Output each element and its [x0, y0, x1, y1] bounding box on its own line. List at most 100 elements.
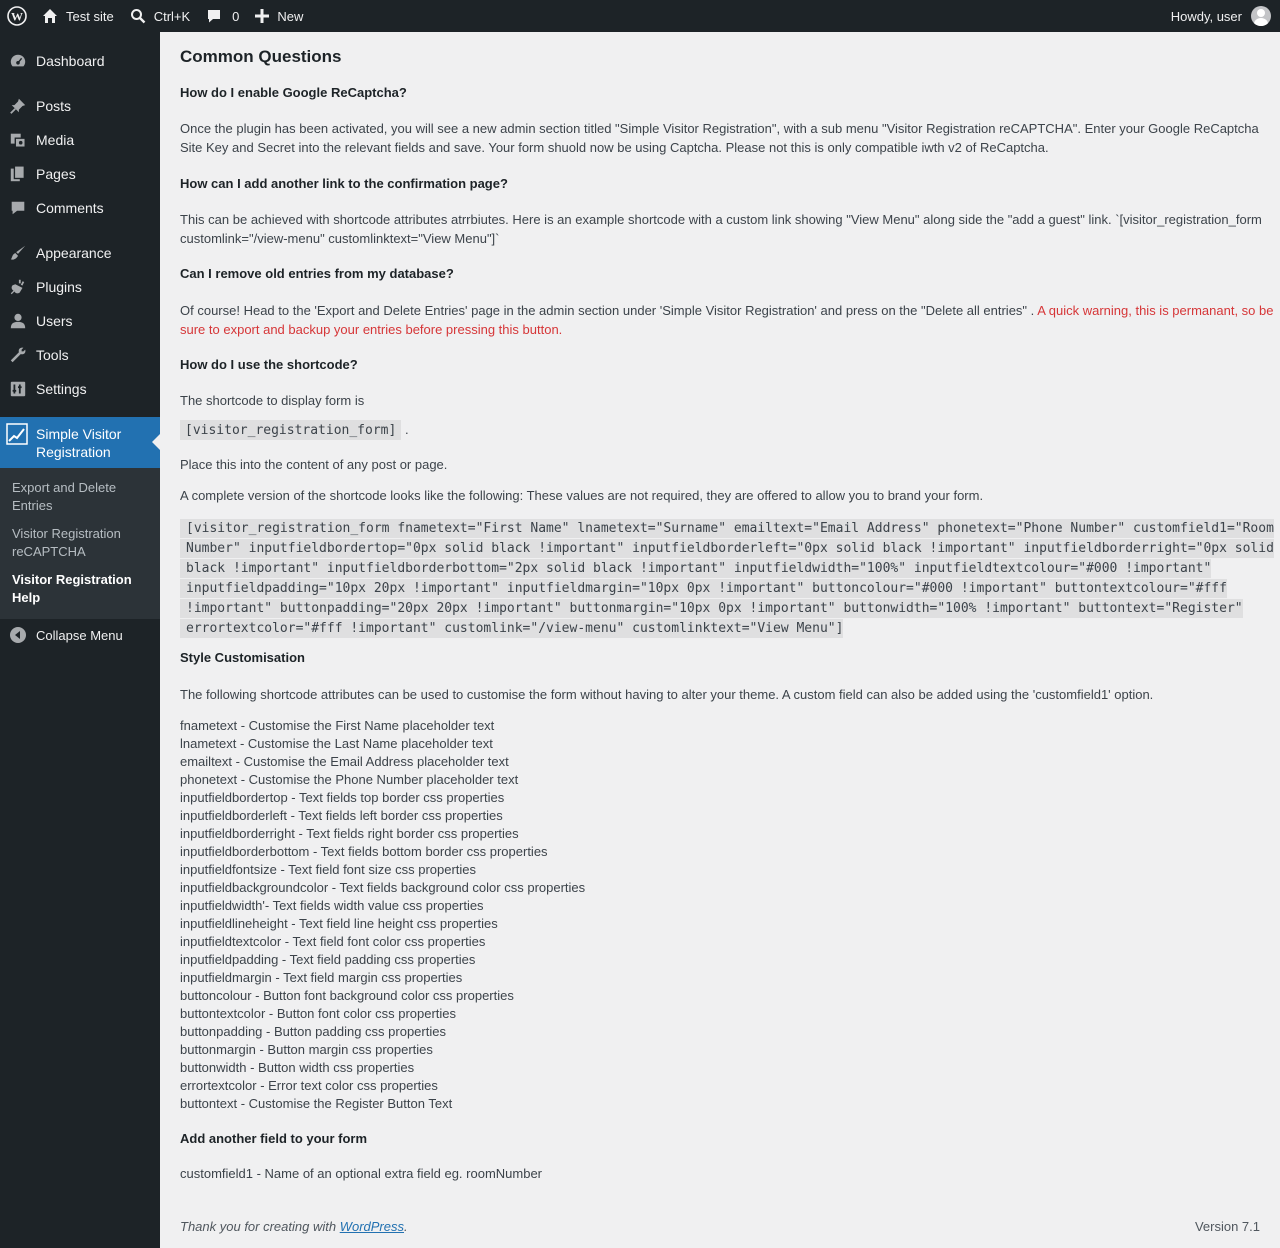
wordpress-logo-icon[interactable]: W	[0, 0, 34, 32]
list-item: inputfieldfontsize - Text field font siz…	[180, 862, 477, 877]
sidebar-item-label: Simple Visitor Registration	[36, 426, 122, 460]
search-button[interactable]: Ctrl+K	[122, 0, 198, 32]
comments-count: 0	[232, 8, 240, 24]
sidebar-item-label: Tools	[36, 347, 69, 363]
answer-recaptcha: Once the plugin has been activated, you …	[180, 121, 1259, 155]
sidebar-item-tools[interactable]: Tools	[0, 338, 160, 372]
sidebar-item-plugins[interactable]: Plugins	[0, 270, 160, 304]
footer-thanks-prefix: Thank you for creating with	[180, 1219, 340, 1234]
list-item: inputfieldborderleft - Text fields left …	[180, 808, 503, 823]
version-label: Version 7.1	[1194, 1219, 1260, 1234]
sidebar-item-media[interactable]: Media	[0, 123, 160, 157]
plugin-icon	[0, 278, 36, 296]
question-confirmation-link: How can I add another link to the confir…	[180, 176, 508, 191]
search-icon	[130, 8, 146, 24]
shortcode-code: [visitor_registration_form]	[180, 420, 402, 440]
submenu-item-recaptcha[interactable]: Visitor Registration reCAPTCHA	[12, 525, 152, 561]
list-item: inputfieldborderright - Text fields righ…	[180, 826, 519, 841]
sidebar-item-label: Users	[36, 313, 73, 329]
list-item: inputfieldborderbottom - Text fields bot…	[180, 844, 548, 859]
sidebar-item-label: Plugins	[36, 279, 82, 295]
footer-thanks: Thank you for creating with WordPress.	[180, 1219, 408, 1234]
list-item: phonetext - Customise the Phone Number p…	[180, 772, 519, 787]
sidebar-item-label: Dashboard	[36, 53, 105, 69]
list-item: inputfieldtextcolor - Text field font co…	[180, 934, 486, 949]
settings-icon	[0, 380, 36, 398]
full-shortcode-code: [visitor_registration_form fnametext="Fi…	[180, 519, 1274, 638]
avatar	[1251, 6, 1271, 26]
attribute-list: fnametext - Customise the First Name pla…	[180, 717, 585, 1113]
list-item: lnametext - Customise the Last Name plac…	[180, 736, 493, 751]
list-item: buttontextcolor - Button font color css …	[180, 1006, 457, 1021]
plus-icon	[255, 9, 270, 23]
list-item: buttoncolour - Button font background co…	[180, 988, 514, 1003]
collapse-menu-button[interactable]: Collapse Menu	[0, 618, 160, 652]
brush-icon	[0, 244, 36, 262]
shortcode-suffix: .	[404, 422, 409, 437]
footer-thanks-suffix: .	[404, 1219, 408, 1234]
heading-add-field: Add another field to your form	[180, 1131, 368, 1146]
sidebar-item-comments[interactable]: Comments	[0, 191, 160, 225]
list-item: inputfieldlineheight - Text field line h…	[180, 916, 498, 931]
answer-confirmation-link: This can be achieved with shortcode attr…	[180, 212, 1262, 246]
sidebar-item-label: Media	[36, 132, 75, 148]
list-item: inputfieldwidth'- Text fields width valu…	[180, 898, 484, 913]
list-item: inputfieldbordertop - Text fields top bo…	[180, 790, 505, 805]
shortcode-placement-text: Place this into the content of any post …	[180, 457, 448, 472]
user-icon	[0, 312, 36, 330]
new-content-button[interactable]: New	[247, 0, 311, 32]
sidebar-item-users[interactable]: Users	[0, 304, 160, 338]
svg-text:W: W	[11, 10, 23, 24]
pin-icon	[0, 97, 36, 115]
site-name-label: Test site	[66, 8, 114, 24]
sidebar-item-dashboard[interactable]: Dashboard	[0, 44, 160, 78]
wordpress-link[interactable]: WordPress	[340, 1219, 404, 1234]
admin-sidebar: Dashboard Posts Media Pages Comments App…	[0, 32, 160, 1248]
user-account-menu[interactable]: Howdy, user	[1163, 0, 1280, 32]
question-shortcode: How do I use the shortcode?	[180, 357, 358, 372]
submenu-item-help[interactable]: Visitor Registration Help	[12, 571, 152, 607]
admin-bar: W Test site Ctrl+K 0 New Howdy, user	[0, 0, 1280, 32]
list-item: buttonpadding - Button padding css prope…	[180, 1024, 446, 1039]
wrench-icon	[0, 346, 36, 364]
list-item: fnametext - Customise the First Name pla…	[180, 718, 495, 733]
media-icon	[0, 131, 36, 149]
sidebar-item-label: Pages	[36, 166, 76, 182]
sidebar-item-posts[interactable]: Posts	[0, 89, 160, 123]
howdy-label: Howdy, user	[1170, 8, 1242, 24]
home-icon	[42, 8, 58, 24]
search-shortcut-label: Ctrl+K	[153, 8, 191, 24]
sidebar-item-appearance[interactable]: Appearance	[0, 236, 160, 270]
sidebar-item-label: Settings	[36, 381, 87, 397]
shortcode-full-intro: A complete version of the shortcode look…	[180, 488, 984, 503]
chart-icon	[6, 423, 28, 448]
sidebar-item-pages[interactable]: Pages	[0, 157, 160, 191]
list-item: inputfieldpadding - Text field padding c…	[180, 952, 476, 967]
sidebar-item-label: Posts	[36, 98, 72, 114]
question-remove-entries: Can I remove old entries from my databas…	[180, 266, 454, 281]
sidebar-item-label: Comments	[36, 200, 104, 216]
sidebar-item-label: Appearance	[36, 245, 112, 261]
answer-remove-entries: Of course! Head to the 'Export and Delet…	[180, 301, 1278, 339]
dashboard-icon	[0, 52, 36, 70]
sidebar-item-settings[interactable]: Settings	[0, 372, 160, 406]
submenu: Export and Delete Entries Visitor Regist…	[0, 468, 160, 619]
sidebar-item-simple-visitor-registration[interactable]: Simple Visitor Registration	[0, 417, 160, 468]
current-menu-arrow	[152, 434, 160, 450]
shortcode-inline: [visitor_registration_form] .	[180, 420, 409, 440]
list-item: errortextcolor - Error text color css pr…	[180, 1078, 438, 1093]
collapse-icon	[0, 627, 36, 643]
list-item: emailtext - Customise the Email Address …	[180, 754, 509, 769]
site-name-link[interactable]: Test site	[34, 0, 122, 32]
answer-shortcode: The shortcode to display form is	[180, 393, 365, 408]
question-recaptcha: How do I enable Google ReCaptcha?	[180, 85, 407, 100]
page-title: Common Questions	[180, 47, 342, 66]
full-shortcode-block: [visitor_registration_form fnametext="Fi…	[180, 518, 1280, 638]
comments-link[interactable]: 0	[198, 0, 247, 32]
list-item: inputfieldmargin - Text field margin css…	[180, 970, 463, 985]
list-item: buttonmargin - Button margin css propert…	[180, 1042, 433, 1057]
list-item: buttontext - Customise the Register Butt…	[180, 1096, 453, 1111]
list-item: inputfieldbackgroundcolor - Text fields …	[180, 880, 586, 895]
style-customisation-intro: The following shortcode attributes can b…	[180, 687, 1154, 702]
submenu-item-export-delete[interactable]: Export and Delete Entries	[12, 479, 152, 515]
